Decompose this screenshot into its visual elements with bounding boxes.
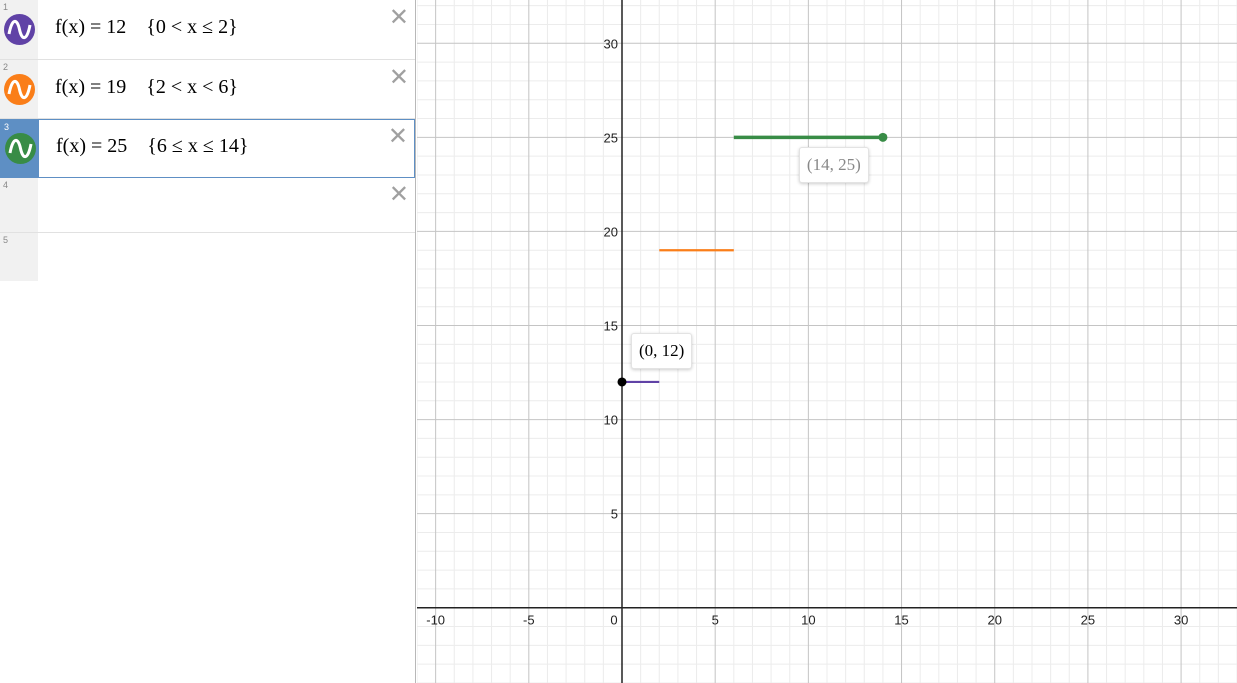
expression-row-4[interactable]: 4 ✕ [0,178,415,233]
y-tick-label: 15 [604,319,618,334]
y-tick-label: 20 [604,224,618,239]
graph-style-icon[interactable] [5,133,36,164]
point-label: (14, 25) [798,147,869,184]
graph-paper[interactable]: -10 -5 0 5 10 15 20 25 30 5 10 15 20 25 30 [417,0,1237,683]
graph-style-icon[interactable] [4,74,35,105]
y-tick-label: 5 [611,507,618,522]
x-tick-label: 30 [1174,613,1188,628]
x-tick-label: 25 [1081,613,1095,628]
delete-expression-icon[interactable]: ✕ [388,125,408,149]
row-number: 3 [4,122,10,132]
graph-style-icon[interactable] [4,14,35,45]
y-tick-label: 25 [604,130,618,145]
expression-row-3[interactable]: 3 f(x) = 25 {6 ≤ x ≤ 14} ✕ [0,119,415,178]
expression-input[interactable]: f(x) = 25 {6 ≤ x ≤ 14} [56,135,248,158]
expression-row-1[interactable]: 1 f(x) = 12 {0 < x ≤ 2} ✕ [0,0,415,60]
point-label: (0, 12) [631,332,693,369]
row-number: 4 [3,180,9,190]
x-tick-label: -5 [523,613,535,628]
expression-row-5[interactable]: 5 [0,233,415,281]
expression-list: 1 f(x) = 12 {0 < x ≤ 2} ✕ 2 f(x) = 19 {2… [0,0,416,683]
x-tick-label: 10 [801,613,815,628]
point-marker [878,132,888,142]
expression-row-2[interactable]: 2 f(x) = 19 {2 < x < 6} ✕ [0,60,415,119]
y-tick-label: 10 [604,413,618,428]
x-tick-label: 15 [894,613,908,628]
row-number: 5 [3,235,9,245]
y-tick-label: 30 [604,36,618,51]
delete-expression-icon[interactable]: ✕ [389,183,409,207]
expression-input[interactable]: f(x) = 19 {2 < x < 6} [55,76,238,99]
delete-expression-icon[interactable]: ✕ [389,66,409,90]
row-number: 2 [3,62,9,72]
x-tick-label: -10 [426,613,445,628]
expression-input[interactable]: f(x) = 12 {0 < x ≤ 2} [55,16,238,39]
x-tick-label: 5 [712,613,719,628]
delete-expression-icon[interactable]: ✕ [389,6,409,30]
point-marker [617,377,627,387]
row-number: 1 [3,2,9,12]
x-tick-label: 20 [987,613,1001,628]
x-tick-label: 0 [610,613,617,628]
